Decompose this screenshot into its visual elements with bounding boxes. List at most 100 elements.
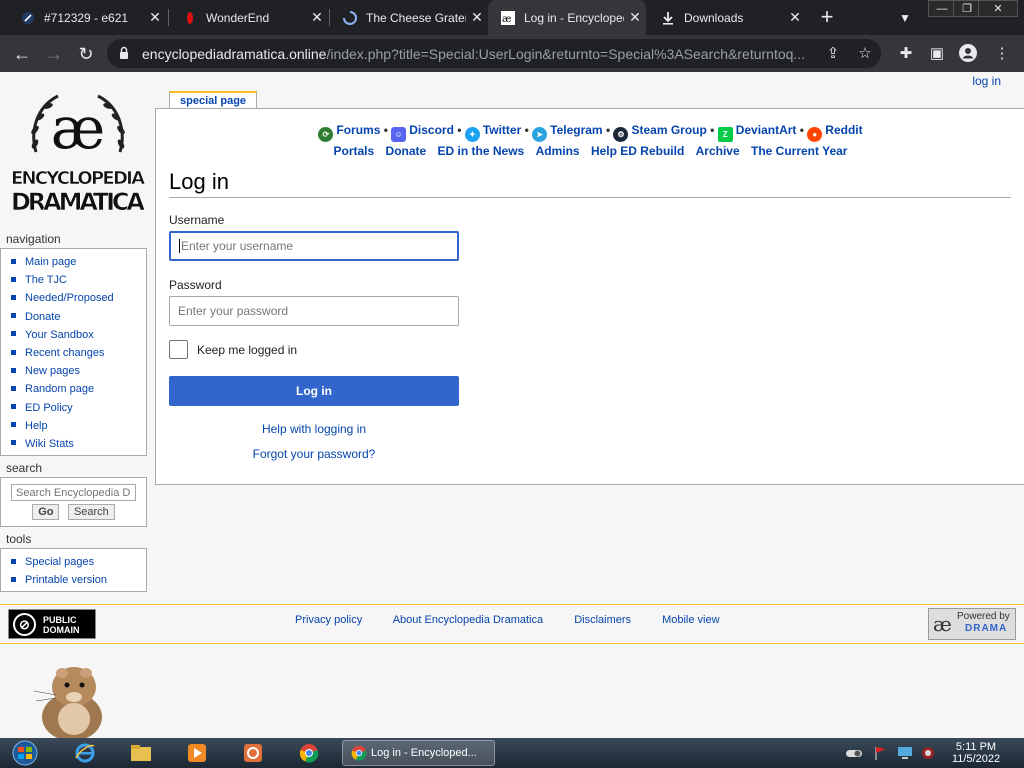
wiki-search-input[interactable] [11, 484, 136, 501]
taskbar-window-chrome[interactable]: Log in - Encycloped... [342, 740, 495, 766]
tool-item-special-pages[interactable]: Special pages [11, 553, 146, 571]
taskbar-window-title: Log in - Encycloped... [371, 747, 477, 759]
tab-e621[interactable]: #712329 - e621 ✕ [8, 0, 166, 35]
footer-link-mobile-view[interactable]: Mobile view [662, 614, 719, 626]
username-input[interactable]: Enter your username [169, 231, 459, 261]
close-window-icon[interactable]: ✕ [978, 0, 1018, 17]
tab-encyclopedia-dramatica[interactable]: æ Log in - Encyclopedia Dramatica ✕ [488, 0, 646, 35]
quick-link-archive[interactable]: Archive [696, 144, 740, 158]
search-box: Go Search [0, 477, 147, 527]
social-link-forums[interactable]: ⟳ Forums [318, 123, 380, 142]
lock-icon[interactable] [119, 46, 129, 60]
nav-item-new-pages[interactable]: New pages [11, 362, 146, 380]
nav-item-the-tjc[interactable]: The TJC [11, 271, 146, 289]
login-button[interactable]: Log in [169, 376, 459, 406]
nav-item-ed-policy[interactable]: ED Policy [11, 399, 146, 417]
footer-link-privacy[interactable]: Privacy policy [295, 614, 362, 626]
forums-icon: ⟳ [318, 127, 334, 142]
navigation-box: Main page The TJC Needed/Proposed Donate… [0, 248, 147, 457]
help-logging-in-link[interactable]: Help with logging in [169, 422, 459, 436]
close-tab-icon[interactable]: ✕ [624, 9, 646, 26]
svg-text:æ: æ [51, 94, 106, 162]
nav-item-random-page[interactable]: Random page [11, 380, 146, 398]
minimize-window-icon[interactable]: — [928, 0, 956, 17]
address-bar[interactable]: encyclopediadramatica.online/index.php?t… [107, 39, 881, 68]
hamster-mascot-image [33, 667, 102, 738]
remember-me-checkbox[interactable] [169, 340, 188, 359]
tab-cheese-grater[interactable]: The Cheese Grater ✕ [330, 0, 488, 35]
tab-title: The Cheese Grater [366, 10, 466, 25]
reload-icon[interactable]: ↻ [73, 41, 99, 67]
tab-search-chevron-icon[interactable]: ▼ [893, 6, 917, 30]
footer-link-about[interactable]: About Encyclopedia Dramatica [393, 614, 543, 626]
flag-tray-icon[interactable] [873, 745, 889, 761]
social-link-deviantart[interactable]: Z DeviantArt [717, 123, 796, 142]
footer-link-disclaimers[interactable]: Disclaimers [574, 614, 631, 626]
remember-me-label[interactable]: Keep me logged in [197, 343, 297, 357]
social-link-twitter[interactable]: ✦ Twitter [464, 123, 521, 142]
file-explorer-icon[interactable] [121, 741, 161, 765]
chrome-taskbar-icon[interactable] [289, 741, 329, 765]
kebab-menu-icon[interactable]: ⋮ [991, 43, 1013, 65]
nav-item-recent-changes[interactable]: Recent changes [11, 344, 146, 362]
browser-tab-strip: #712329 - e621 ✕ WonderEnd ✕ The Cheese … [0, 0, 1024, 35]
search-button[interactable]: Search [67, 504, 115, 520]
tab-wonderend[interactable]: WonderEnd ✕ [170, 0, 328, 35]
media-player-icon[interactable] [177, 741, 217, 765]
social-link-reddit[interactable]: ● Reddit [807, 123, 863, 142]
extensions-puzzle-icon[interactable]: ✚ [895, 43, 917, 65]
quick-link-the-current-year[interactable]: The Current Year [751, 144, 847, 158]
social-link-discord[interactable]: ☺ Discord [391, 123, 454, 142]
quick-link-help-ed-rebuild[interactable]: Help ED Rebuild [591, 144, 684, 158]
close-tab-icon[interactable]: ✕ [306, 9, 328, 26]
close-tab-icon[interactable]: ✕ [784, 9, 806, 26]
nav-item-help[interactable]: Help [11, 417, 146, 435]
login-form: Username Enter your username Password En… [169, 213, 459, 461]
side-panel-icon[interactable]: ▣ [926, 43, 948, 65]
twitter-bird-icon: ✦ [464, 127, 480, 142]
back-arrow-icon[interactable]: ← [9, 41, 35, 67]
logo-text-bottom: DRAMATICA [11, 188, 145, 216]
toggle-tray-icon[interactable] [845, 745, 862, 761]
loading-spinner-icon [342, 10, 358, 26]
share-icon[interactable]: ⇪ [823, 44, 843, 64]
system-clock[interactable]: 5:11 PM 11/5/2022 [944, 741, 1008, 765]
quick-link-portals[interactable]: Portals [334, 144, 375, 158]
powered-by-drama-badge[interactable]: æ Powered by DRAMA [928, 608, 1016, 640]
powered-line1: Powered by [957, 611, 1010, 622]
quick-link-admins[interactable]: Admins [536, 144, 580, 158]
restore-window-icon[interactable]: ❐ [953, 0, 981, 17]
network-monitor-tray-icon[interactable] [897, 745, 913, 761]
password-input[interactable]: Enter your password [169, 296, 459, 326]
tab-downloads[interactable]: Downloads ✕ [648, 0, 806, 35]
new-tab-plus-icon[interactable]: + [815, 6, 839, 30]
personal-login-link[interactable]: log in [972, 74, 1001, 88]
password-label: Password [169, 278, 222, 292]
nav-item-wiki-stats[interactable]: Wiki Stats [11, 435, 146, 453]
pd-line1: PUBLIC [43, 615, 77, 625]
e621-favicon [20, 10, 36, 26]
go-button[interactable]: Go [32, 504, 60, 520]
bookmark-star-icon[interactable]: ☆ [855, 44, 875, 64]
nav-item-needed-proposed[interactable]: Needed/Proposed [11, 289, 146, 307]
nav-item-donate[interactable]: Donate [11, 308, 146, 326]
close-tab-icon[interactable]: ✕ [466, 9, 488, 26]
ed-logo[interactable]: æ ENCYCLOPEDIA DRAMATICA [8, 82, 148, 222]
tool-item-printable-version[interactable]: Printable version [11, 571, 146, 589]
windows-start-orb-icon[interactable] [6, 739, 44, 767]
forgot-password-link[interactable]: Forgot your password? [169, 447, 459, 461]
social-link-telegram[interactable]: ➤ Telegram [532, 123, 603, 142]
public-domain-badge[interactable]: ⊘ PUBLIC DOMAIN [8, 609, 96, 639]
social-link-steam-group[interactable]: ⚙ Steam Group [613, 123, 707, 142]
profile-avatar-icon[interactable] [957, 43, 979, 65]
vlc-like-app-icon[interactable] [233, 741, 273, 765]
quick-link-ed-in-the-news[interactable]: ED in the News [438, 144, 525, 158]
close-tab-icon[interactable]: ✕ [144, 9, 166, 26]
internet-explorer-icon[interactable] [65, 741, 105, 765]
volume-tray-icon[interactable] [920, 745, 936, 761]
forward-arrow-icon[interactable]: → [41, 41, 67, 67]
quick-link-donate[interactable]: Donate [386, 144, 427, 158]
url-text[interactable]: encyclopediadramatica.online/index.php?t… [142, 46, 812, 62]
nav-item-your-sandbox[interactable]: Your Sandbox [11, 326, 146, 344]
nav-item-main-page[interactable]: Main page [11, 253, 146, 271]
